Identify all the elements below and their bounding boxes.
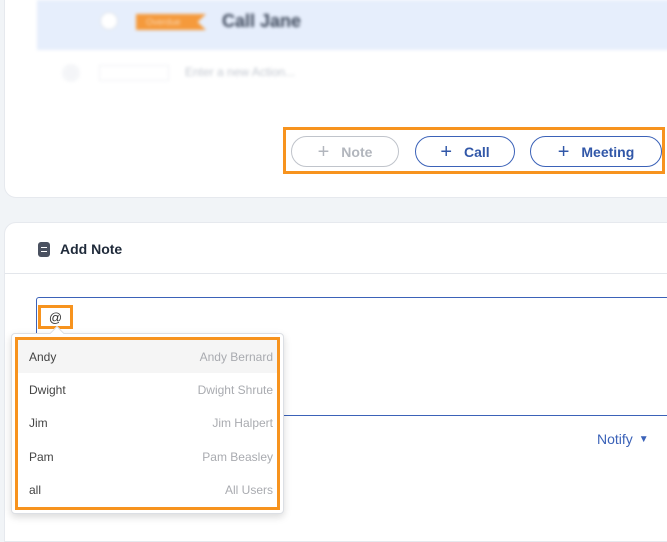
highlight-box-dropdown [15,337,280,510]
action-row[interactable]: Overdue Call Jane [37,0,667,50]
add-call-button[interactable]: + Call [415,136,515,167]
plus-icon: + [557,140,570,163]
add-note-header: Add Note [38,241,122,257]
plus-icon: + [440,140,452,163]
add-meeting-label: Meeting [581,143,635,160]
action-title: Call Jane [222,11,302,31]
action-checkbox[interactable] [100,12,118,30]
add-call-label: Call [464,143,490,160]
notify-dropdown[interactable]: Notify ▼ [597,431,649,447]
new-action-badge [99,65,169,81]
note-icon [38,241,50,257]
note-input-text[interactable]: @ [38,305,73,329]
caret-down-icon: ▼ [638,433,649,445]
add-note-title: Add Note [60,241,123,257]
add-meeting-button[interactable]: + Meeting [530,136,662,167]
add-note-button[interactable]: + Note [291,136,399,167]
new-action-input[interactable]: Enter a new Action... [185,65,295,79]
new-action-checkbox [62,64,80,82]
add-note-label: Note [341,143,373,160]
plus-icon: + [317,140,330,163]
divider [5,273,667,274]
notify-label: Notify [597,431,633,447]
new-action-row[interactable]: Enter a new Action... [37,56,667,90]
overdue-badge: Overdue [136,14,206,30]
